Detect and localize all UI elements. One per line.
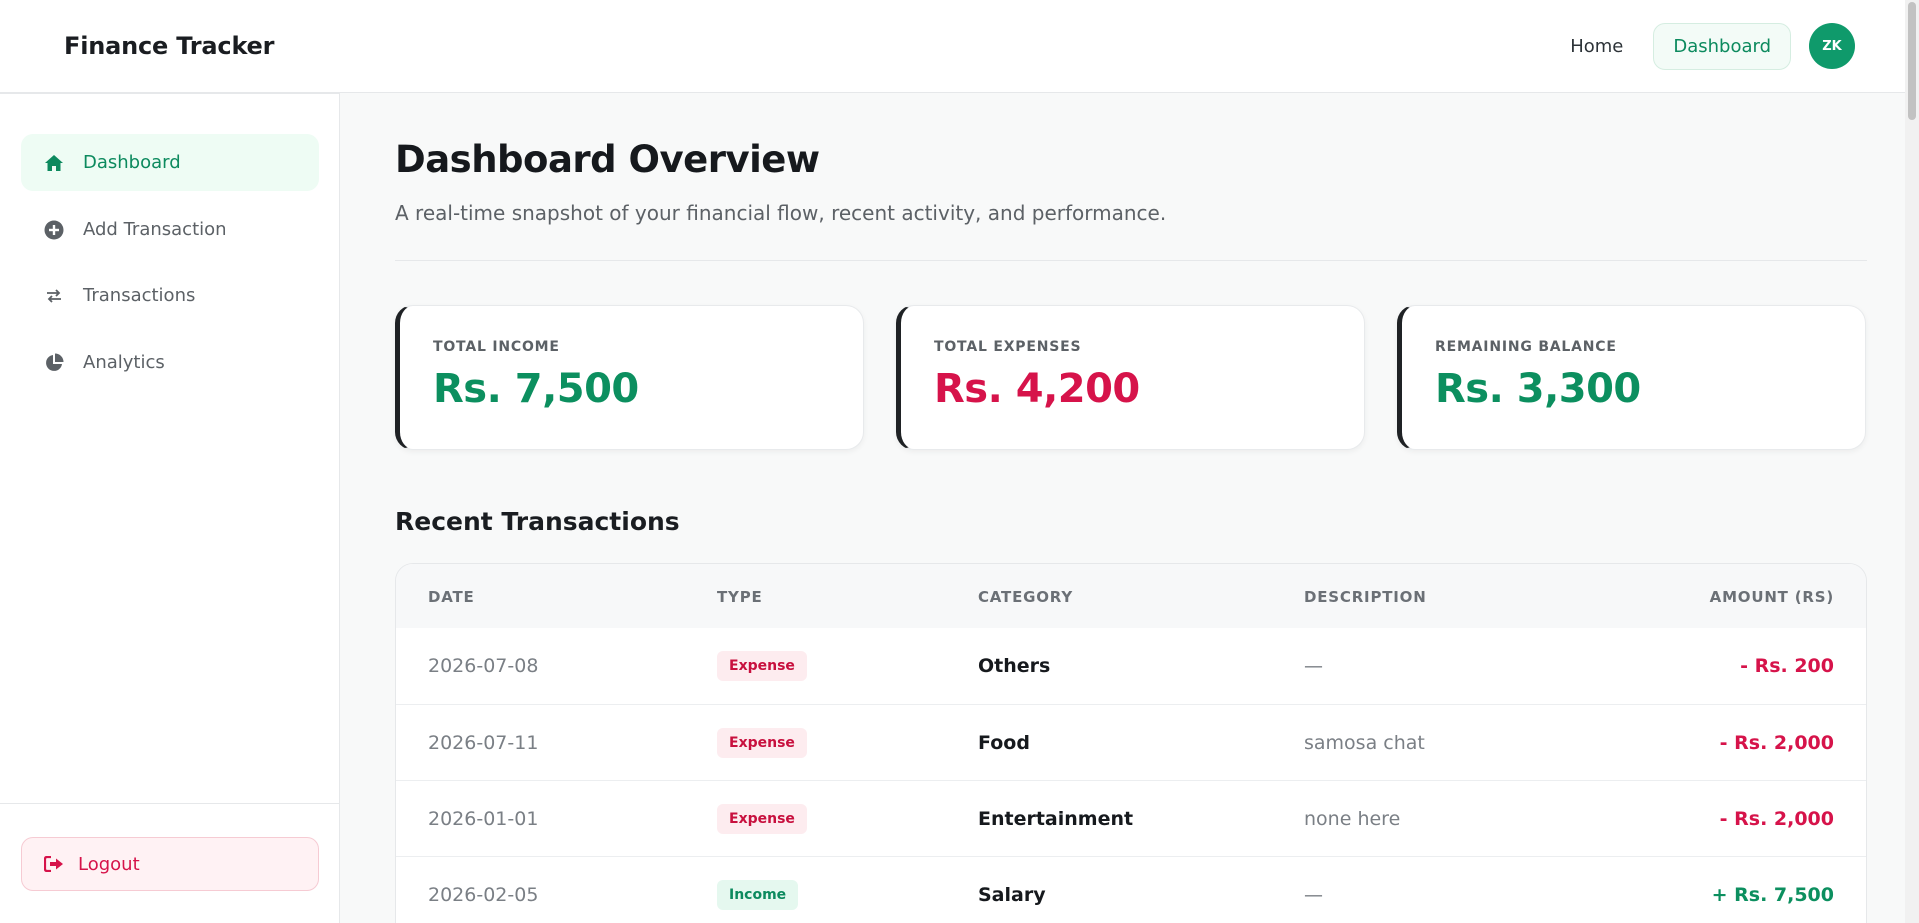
cell-date: 2026-02-05 [428, 884, 539, 906]
type-badge: Expense [717, 728, 807, 758]
type-badge: Expense [717, 651, 807, 681]
sidebar-item-analytics[interactable]: Analytics [21, 334, 319, 391]
cell-date: 2026-07-11 [428, 732, 539, 754]
sidebar-item-dashboard[interactable]: Dashboard [21, 134, 319, 191]
table-row[interactable]: 2026-07-11 Expense Food samosa chat - Rs… [396, 704, 1866, 780]
column-header-type[interactable]: TYPE [717, 588, 763, 606]
card-label: TOTAL INCOME [433, 339, 560, 355]
cell-description: samosa chat [1304, 732, 1425, 754]
sidebar-item-label: Add Transaction [83, 219, 227, 240]
cell-type: Income [717, 857, 799, 923]
sidebar-divider [0, 803, 340, 804]
total-expenses-card: TOTAL EXPENSES Rs. 4,200 [896, 305, 1365, 450]
nav-dashboard-button[interactable]: Dashboard [1653, 22, 1791, 70]
table-row[interactable]: 2026-01-01 Expense Entertainment none he… [396, 780, 1866, 856]
top-header: Finance Tracker Home Dashboard ZK [0, 0, 1919, 93]
cell-date: 2026-07-08 [428, 655, 539, 677]
card-value: Rs. 4,200 [934, 366, 1140, 412]
cell-amount: + Rs. 7,500 [1711, 884, 1834, 906]
cell-description: none here [1304, 808, 1401, 830]
plus-circle-icon [43, 219, 65, 241]
cell-type: Expense [717, 705, 807, 781]
recent-transactions-title: Recent Transactions [395, 507, 680, 536]
type-badge: Expense [717, 804, 807, 834]
pie-chart-icon [43, 352, 65, 374]
swap-arrows-icon [43, 285, 65, 307]
scrollbar-thumb[interactable] [1908, 2, 1916, 120]
transactions-table: DATE TYPE CATEGORY DESCRIPTION AMOUNT (R… [395, 563, 1867, 923]
sign-out-icon [44, 856, 64, 872]
logout-button[interactable]: Logout [21, 837, 319, 891]
table-row[interactable]: 2026-07-08 Expense Others — - Rs. 200 [396, 628, 1866, 704]
cell-type: Expense [717, 781, 807, 857]
sidebar-item-transactions[interactable]: Transactions [21, 267, 319, 324]
column-header-description[interactable]: DESCRIPTION [1304, 588, 1427, 606]
page-scrollbar[interactable] [1905, 0, 1919, 923]
top-nav: Home Dashboard ZK [1570, 22, 1855, 70]
cell-amount: - Rs. 2,000 [1719, 808, 1834, 830]
table-row[interactable]: 2026-02-05 Income Salary — + Rs. 7,500 [396, 856, 1866, 923]
type-badge: Income [717, 880, 799, 910]
card-label: TOTAL EXPENSES [934, 339, 1082, 355]
cell-date: 2026-01-01 [428, 808, 539, 830]
sidebar-item-label: Analytics [83, 352, 165, 373]
table-header: DATE TYPE CATEGORY DESCRIPTION AMOUNT (R… [396, 564, 1866, 628]
card-label: REMAINING BALANCE [1435, 339, 1617, 355]
cell-amount: - Rs. 200 [1740, 655, 1834, 677]
remaining-balance-card: REMAINING BALANCE Rs. 3,300 [1397, 305, 1866, 450]
cell-description: — [1304, 655, 1323, 677]
header-divider [395, 260, 1867, 261]
logout-label: Logout [78, 853, 140, 875]
sidebar-item-label: Dashboard [83, 152, 181, 173]
sidebar: Dashboard Add Transaction Transactions A… [0, 93, 340, 923]
cell-amount: - Rs. 2,000 [1719, 732, 1834, 754]
page-title: Dashboard Overview [395, 138, 820, 181]
cell-category: Salary [978, 884, 1046, 906]
total-income-card: TOTAL INCOME Rs. 7,500 [395, 305, 864, 450]
sidebar-item-add-transaction[interactable]: Add Transaction [21, 201, 319, 258]
card-value: Rs. 7,500 [433, 366, 639, 412]
brand-title[interactable]: Finance Tracker [64, 32, 274, 60]
nav-home-link[interactable]: Home [1570, 36, 1623, 57]
table-body: 2026-07-08 Expense Others — - Rs. 200 20… [396, 628, 1866, 923]
cell-category: Others [978, 655, 1051, 677]
cell-category: Entertainment [978, 808, 1134, 830]
column-header-date[interactable]: DATE [428, 588, 475, 606]
page-subtitle: A real-time snapshot of your financial f… [395, 201, 1167, 225]
column-header-category[interactable]: CATEGORY [978, 588, 1073, 606]
sidebar-item-label: Transactions [83, 285, 196, 306]
cell-description: — [1304, 884, 1323, 906]
cell-type: Expense [717, 628, 807, 704]
column-header-amount[interactable]: AMOUNT (RS) [1710, 588, 1834, 606]
home-icon [43, 152, 65, 174]
card-value: Rs. 3,300 [1435, 366, 1641, 412]
user-avatar[interactable]: ZK [1809, 23, 1855, 69]
cell-category: Food [978, 732, 1030, 754]
